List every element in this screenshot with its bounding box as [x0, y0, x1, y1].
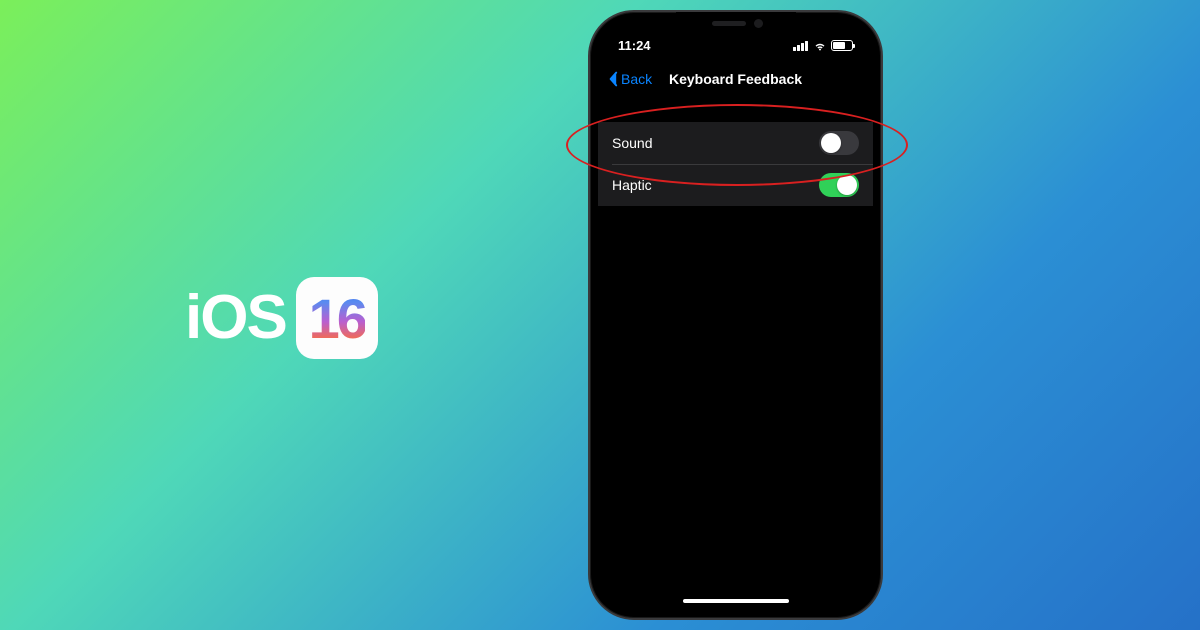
- phone-notch: [676, 12, 796, 38]
- haptic-toggle[interactable]: [819, 173, 859, 197]
- setting-row-haptic: Haptic: [598, 164, 873, 206]
- back-label: Back: [621, 71, 652, 87]
- setting-row-sound: Sound: [598, 122, 873, 164]
- navigation-bar: Back Keyboard Feedback: [598, 60, 873, 98]
- iphone-frame: 11:24 Back Keyboard Feedback: [588, 10, 883, 620]
- sound-toggle[interactable]: [819, 131, 859, 155]
- home-indicator[interactable]: [683, 599, 789, 603]
- wifi-icon: [813, 40, 827, 51]
- cellular-signal-icon: [793, 40, 809, 51]
- chevron-left-icon: [608, 71, 618, 87]
- ios-wordmark: iOS: [185, 287, 286, 349]
- status-indicators: [793, 40, 853, 51]
- page-title: Keyboard Feedback: [669, 71, 802, 87]
- battery-icon: [831, 40, 853, 51]
- ios-version-badge: 16: [296, 277, 378, 359]
- ios-logo: iOS 16: [185, 277, 378, 359]
- settings-group: Sound Haptic: [598, 122, 873, 206]
- phone-screen: 11:24 Back Keyboard Feedback: [598, 20, 873, 610]
- back-button[interactable]: Back: [608, 71, 652, 87]
- status-time: 11:24: [618, 38, 651, 53]
- setting-label: Haptic: [612, 177, 652, 193]
- setting-label: Sound: [612, 135, 652, 151]
